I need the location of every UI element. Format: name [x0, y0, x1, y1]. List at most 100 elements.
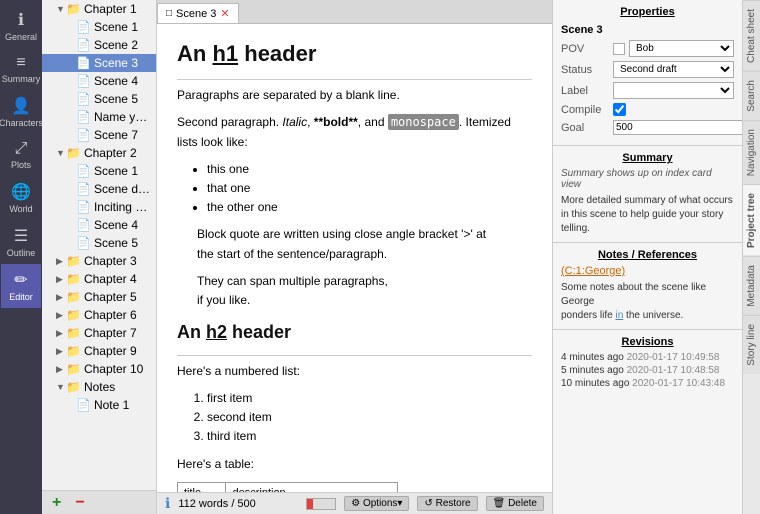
tree-item-chapter5[interactable]: ▶ 📁 Chapter 5	[42, 288, 156, 306]
revision-date-2: 2020-01-17 10:48:58	[627, 365, 720, 376]
tree-item-scene2-4[interactable]: 📄 Scene 4	[42, 216, 156, 234]
notes-reference: (C:1:George)	[561, 265, 734, 277]
sidebar-item-characters[interactable]: 👤 Characters	[1, 90, 41, 134]
folder-icon-chapter6: 📁	[66, 308, 81, 322]
tab-navigation[interactable]: Navigation	[743, 120, 760, 184]
tab-cheatsheet[interactable]: Cheat sheet	[743, 0, 760, 71]
label-select[interactable]	[613, 82, 734, 99]
tree-item-inciting[interactable]: 📄 Inciting event	[42, 198, 156, 216]
tree-item-chapter7[interactable]: ▶ 📁 Chapter 7	[42, 324, 156, 342]
sidebar-item-plots[interactable]: ⤢ Plots	[1, 134, 41, 176]
tree-label-notes: Notes	[84, 380, 115, 394]
tree-toggle-chapter9[interactable]: ▶	[56, 346, 66, 357]
editor-h2: An h2 header	[177, 318, 532, 347]
sidebar-label-summary: Summary	[2, 74, 41, 84]
tree-label-chapter7: Chapter 7	[84, 326, 137, 340]
revision-time-3: 10 minutes ago	[561, 378, 629, 389]
tree-item-chapter4[interactable]: ▶ 📁 Chapter 4	[42, 270, 156, 288]
tree-item-scene1-4[interactable]: 📄 Scene 4	[42, 72, 156, 90]
editor-blockquote: Block quote are written using close angl…	[197, 225, 532, 310]
compile-label: Compile	[561, 104, 609, 116]
tab-metadata[interactable]: Metadata	[743, 256, 760, 315]
options-button[interactable]: ⚙ Options▾	[344, 496, 409, 511]
tree-item-scene1-3[interactable]: 📄 Scene 3	[42, 54, 156, 72]
tree-label-chapter10: Chapter 10	[84, 362, 143, 376]
delete-button[interactable]: 🗑 Delete	[486, 496, 544, 511]
doc-icon-scene1-5: 📄	[76, 92, 91, 106]
tree-item-scene2-1[interactable]: 📄 Scene 1	[42, 162, 156, 180]
tree-item-chapter3[interactable]: ▶ 📁 Chapter 3	[42, 252, 156, 270]
tree-label-scene1-4: Scene 4	[94, 74, 138, 88]
table-row: titledescription	[178, 482, 398, 492]
tree-item-scene2-5[interactable]: 📄 Scene 5	[42, 234, 156, 252]
progress-fill	[307, 499, 313, 509]
sidebar-label-world: World	[9, 204, 32, 214]
tree-toggle-chapter10[interactable]: ▶	[56, 364, 66, 375]
tab-scene3[interactable]: □ Scene 3 ✕	[157, 3, 239, 23]
tree-toggle-chapter2[interactable]: ▼	[56, 148, 66, 158]
tree-label-scene1-7: Scene 7	[94, 128, 138, 142]
revision-date-3: 2020-01-17 10:43:48	[632, 378, 725, 389]
tree-add-button[interactable]: +	[48, 494, 65, 512]
progress-bar	[306, 498, 336, 510]
compile-checkbox[interactable]	[613, 103, 626, 116]
tree-item-scene-descri[interactable]: 📄 Scene descri...	[42, 180, 156, 198]
goal-input[interactable]	[613, 120, 742, 135]
tree-label-scene-descri: Scene descri...	[94, 182, 152, 196]
tree-label-chapter9: Chapter 9	[84, 344, 137, 358]
tree-toggle-chapter4[interactable]: ▶	[56, 274, 66, 285]
restore-button[interactable]: ↺ Restore	[417, 496, 477, 511]
tree-item-chapter9[interactable]: ▶ 📁 Chapter 9	[42, 342, 156, 360]
sidebar-item-outline[interactable]: ☰ Outline	[1, 220, 41, 264]
summary-title: Summary	[561, 152, 734, 164]
tree-toggle-chapter7[interactable]: ▶	[56, 328, 66, 339]
editor-content[interactable]: An h1 header Paragraphs are separated by…	[157, 24, 552, 492]
tree-toggle-chapter6[interactable]: ▶	[56, 310, 66, 321]
tree-toggle-notes[interactable]: ▼	[56, 382, 66, 392]
tab-close-scene3[interactable]: ✕	[220, 7, 229, 20]
tree-item-scene1-2[interactable]: 📄 Scene 2	[42, 36, 156, 54]
tree-item-chapter10[interactable]: ▶ 📁 Chapter 10	[42, 360, 156, 378]
notes-ref-text: (C:1:George)	[561, 265, 625, 277]
tree-remove-button[interactable]: −	[71, 494, 88, 512]
tree-label-inciting: Inciting event	[94, 200, 152, 214]
sidebar-item-general[interactable]: ℹ General	[1, 4, 41, 48]
tree-item-scene1-5[interactable]: 📄 Scene 5	[42, 90, 156, 108]
pov-select[interactable]: Bob	[629, 40, 734, 57]
tree-item-chapter6[interactable]: ▶ 📁 Chapter 6	[42, 306, 156, 324]
tree-item-scene1-7[interactable]: 📄 Scene 7	[42, 126, 156, 144]
tree-toggle-chapter3[interactable]: ▶	[56, 256, 66, 267]
editor-area: □ Scene 3 ✕ An h1 header Paragraphs are …	[157, 0, 552, 514]
tree-label-scene1-5: Scene 5	[94, 92, 138, 106]
tree-item-notes[interactable]: ▼ 📁 Notes	[42, 378, 156, 396]
tab-search[interactable]: Search	[743, 71, 760, 120]
notes-link[interactable]: in	[615, 310, 623, 321]
sidebar-item-summary[interactable]: ≡ Summary	[1, 48, 41, 90]
status-select[interactable]: Second draft	[613, 61, 734, 78]
tree-toggle-chapter1[interactable]: ▼	[56, 4, 66, 14]
word-count: 112 words / 500	[178, 498, 298, 510]
revisions-section: Revisions 4 minutes ago 2020-01-17 10:49…	[553, 330, 742, 397]
sidebar-label-plots: Plots	[11, 160, 31, 170]
tab-projecttree[interactable]: Project tree	[743, 184, 760, 256]
sidebar-item-editor[interactable]: ✏ Editor	[1, 264, 41, 308]
tree-toggle-chapter5[interactable]: ▶	[56, 292, 66, 303]
tree-label-scene2-5: Scene 5	[94, 236, 138, 250]
tree-item-chapter1[interactable]: ▼ 📁 Chapter 1	[42, 0, 156, 18]
pov-color-swatch[interactable]	[613, 43, 625, 55]
tree-item-chapter2[interactable]: ▼ 📁 Chapter 2	[42, 144, 156, 162]
list-item: second item	[207, 408, 532, 427]
sidebar-icons: ℹ General ≡ Summary 👤 Characters ⤢ Plots…	[0, 0, 42, 514]
revision-time-1: 4 minutes ago	[561, 352, 624, 363]
info-icon[interactable]: ℹ	[165, 495, 170, 512]
folder-icon-chapter10: 📁	[66, 362, 81, 376]
tree-item-note1[interactable]: 📄 Note 1	[42, 396, 156, 414]
sidebar-item-world[interactable]: 🌐 World	[1, 176, 41, 220]
tab-storyline[interactable]: Story line	[743, 315, 760, 374]
sidebar-label-editor: Editor	[9, 292, 33, 302]
characters-icon: 👤	[11, 96, 31, 116]
pov-row: POV Bob	[561, 40, 734, 57]
general-icon: ℹ	[18, 10, 24, 30]
tree-item-scene1-1[interactable]: 📄 Scene 1	[42, 18, 156, 36]
tree-item-names[interactable]: 📄 Name your s...	[42, 108, 156, 126]
